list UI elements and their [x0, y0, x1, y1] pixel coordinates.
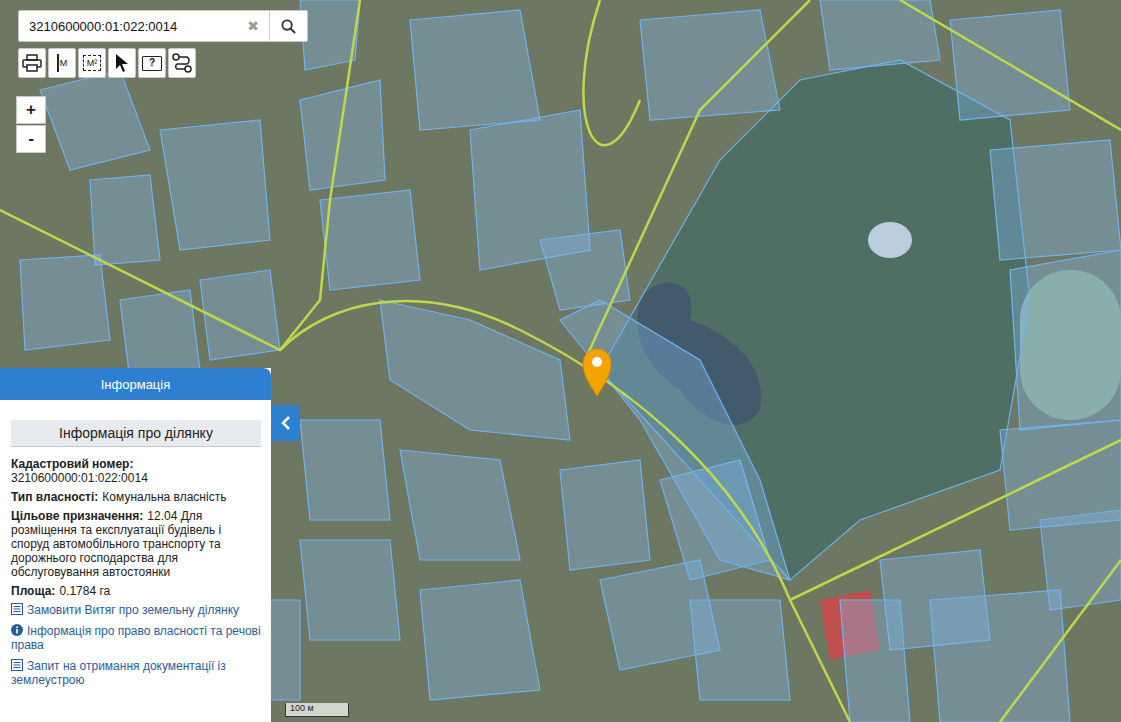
- panel-link[interactable]: Замовити Витяг про земельну ділянку: [11, 603, 261, 617]
- search-bar: 3210600000:01:022:0014✖: [18, 10, 308, 42]
- land-parcel[interactable]: [40, 70, 150, 170]
- road: [583, 0, 640, 145]
- road: [1000, 560, 1121, 722]
- field-row: Кадастровий номер:3210600000:01:022:0014: [11, 457, 261, 485]
- land-parcel[interactable]: [300, 80, 385, 190]
- road: [585, 0, 810, 360]
- help-screen-icon: ?: [142, 56, 162, 71]
- field-row: Тип власності: Комунальна власність: [11, 490, 261, 504]
- map-page: 3210600000:01:022:0014✖MM²?+-ІнформаціяІ…: [0, 0, 1121, 722]
- document-icon: [11, 659, 23, 671]
- toolbar: M M²?: [18, 48, 196, 78]
- field-value: 0.1784 га: [59, 584, 110, 598]
- zoom-button[interactable]: -: [16, 125, 46, 153]
- location-pin-icon[interactable]: [583, 349, 611, 396]
- land-parcel[interactable]: [380, 300, 570, 440]
- land-parcel[interactable]: [560, 460, 650, 570]
- field-label: Цільове призначення:: [11, 509, 143, 523]
- road: [900, 0, 1121, 130]
- search-input[interactable]: 3210600000:01:022:0014: [19, 19, 237, 34]
- document-icon: [11, 603, 23, 615]
- panel-body: Інформація про ділянку Кадастровий номер:…: [0, 400, 271, 687]
- panel-title: Інформація: [0, 368, 271, 400]
- area-icon: M²: [83, 55, 101, 71]
- land-parcel[interactable]: [300, 540, 400, 640]
- land-parcel[interactable]: [640, 10, 780, 120]
- zoom-control: +-: [16, 96, 46, 153]
- scale-bar: 100 м: [285, 703, 349, 717]
- land-parcel[interactable]: [540, 230, 630, 310]
- land-parcel[interactable]: [20, 255, 110, 350]
- cursor-icon: [114, 53, 130, 73]
- road: [790, 440, 1121, 600]
- land-parcel[interactable]: [90, 175, 160, 265]
- route-icon: [171, 53, 193, 73]
- land-parcel[interactable]: [320, 190, 420, 290]
- land-parcel[interactable]: [1040, 510, 1121, 610]
- field-value: 3210600000:01:022:0014: [11, 471, 148, 485]
- magnifier-icon: [281, 19, 296, 34]
- land-parcel[interactable]: [300, 420, 390, 520]
- land-parcel[interactable]: [160, 120, 270, 250]
- clear-button[interactable]: ✖: [237, 18, 269, 34]
- land-parcel[interactable]: [690, 600, 790, 700]
- ruler-icon: M: [57, 54, 68, 72]
- field-label: Тип власності:: [11, 490, 98, 504]
- help-tool[interactable]: ?: [138, 48, 166, 78]
- zoom-button[interactable]: +: [16, 96, 46, 124]
- land-parcel[interactable]: [400, 450, 520, 560]
- road: [280, 301, 850, 722]
- field-row: Цільове призначення:12.04 Для розміщення…: [11, 509, 261, 579]
- land-parcel[interactable]: [840, 600, 910, 722]
- chevron-left-icon: [281, 416, 291, 430]
- search-button[interactable]: [269, 11, 307, 41]
- field-value: Комунальна власність: [102, 490, 226, 504]
- area-tool[interactable]: M²: [78, 48, 106, 78]
- print-tool[interactable]: [18, 48, 46, 78]
- park-parcel[interactable]: [600, 60, 1030, 580]
- route-tool[interactable]: [168, 48, 196, 78]
- collapse-panel-button[interactable]: [272, 405, 300, 441]
- select-tool[interactable]: [108, 48, 136, 78]
- info-panel: Інформація Інформація про ділянку Кадастро…: [0, 368, 271, 722]
- road: [0, 0, 360, 350]
- panel-link[interactable]: Запит на отримання документації із земле…: [11, 659, 261, 687]
- link-list: Замовити Витяг про земельну ділянку Інфор…: [11, 603, 261, 687]
- panel-heading: Інформація про ділянку: [11, 420, 261, 447]
- park-area: [600, 60, 1030, 580]
- field-label: Кадастровий номер:: [11, 457, 261, 471]
- printer-icon: [22, 54, 42, 72]
- land-parcel[interactable]: [820, 0, 940, 70]
- field-label: Площа:: [11, 584, 55, 598]
- panel-link[interactable]: Інформація про право власності та речові…: [11, 624, 261, 652]
- field-row: Площа: 0.1784 га: [11, 584, 261, 598]
- land-parcel[interactable]: [410, 10, 540, 130]
- info-icon: [11, 624, 23, 636]
- land-parcel[interactable]: [420, 580, 540, 700]
- distance-tool[interactable]: M: [48, 48, 76, 78]
